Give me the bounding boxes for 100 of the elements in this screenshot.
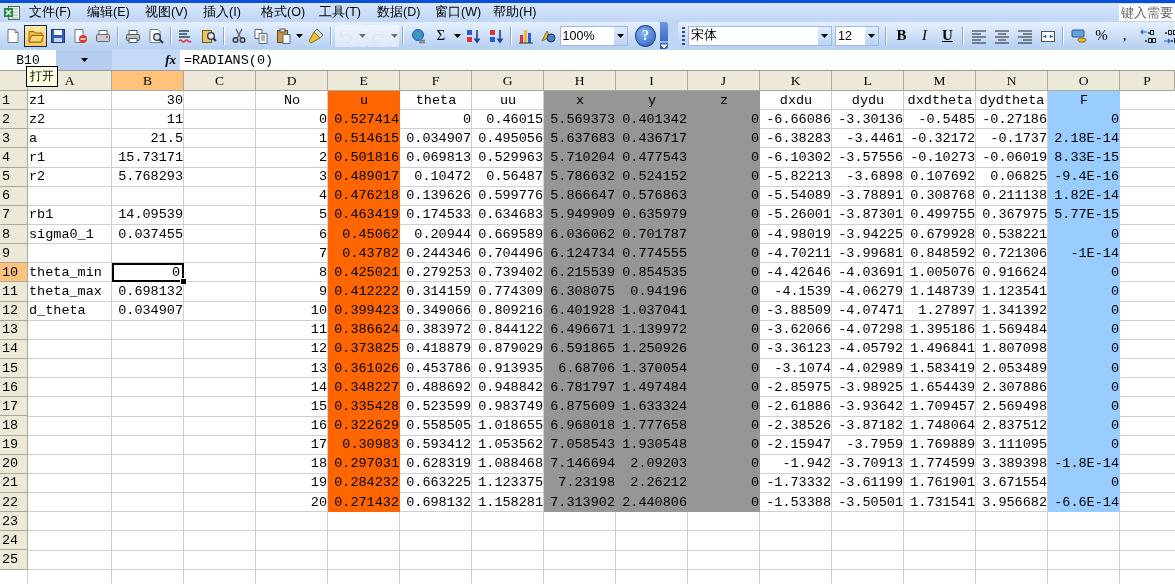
table-cell-text: -3.62066 bbox=[765, 321, 832, 340]
table-cell: 6.215539 bbox=[544, 263, 616, 283]
table-cell-text: sigma0_1 bbox=[28, 225, 95, 244]
column-header[interactable]: J bbox=[688, 71, 760, 91]
row-header[interactable]: 12 bbox=[0, 301, 28, 321]
column-header[interactable]: K bbox=[760, 71, 832, 91]
column-header[interactable]: N bbox=[976, 71, 1048, 91]
row-header[interactable]: 16 bbox=[0, 378, 28, 398]
menu-item[interactable]: 格式(O) bbox=[258, 4, 316, 21]
column-header[interactable]: E bbox=[328, 71, 400, 91]
table-cell-text: 0.529963 bbox=[477, 149, 544, 167]
italic-button[interactable]: I bbox=[913, 24, 936, 47]
row-header[interactable]: 18 bbox=[0, 416, 28, 436]
table-cell-text: 0.879029 bbox=[477, 340, 544, 359]
table-cell: 0 bbox=[688, 339, 760, 359]
row-header[interactable]: 1 bbox=[0, 91, 28, 111]
row-header[interactable]: 22 bbox=[0, 492, 28, 513]
folder-icon[interactable] bbox=[24, 24, 47, 47]
table-cell-text: -3.30136 bbox=[837, 110, 904, 129]
table-cell-text: -4.02989 bbox=[837, 359, 904, 378]
row-header[interactable]: 11 bbox=[0, 282, 28, 302]
table-cell: 0.774555 bbox=[616, 244, 688, 264]
row-header[interactable]: 24 bbox=[0, 531, 28, 551]
comma-button[interactable]: , bbox=[1113, 24, 1136, 47]
column-header[interactable]: P bbox=[1120, 71, 1175, 91]
table-cell: 2.18E-14 bbox=[1048, 129, 1120, 149]
row-header[interactable]: 13 bbox=[0, 320, 28, 340]
table-cell: 6.496671 bbox=[544, 320, 616, 340]
table-cell: 6.68706 bbox=[544, 358, 616, 379]
menu-item[interactable]: 帮助(H) bbox=[490, 4, 548, 21]
row-header[interactable]: 15 bbox=[0, 358, 28, 379]
row-header[interactable]: 2 bbox=[0, 110, 28, 130]
row-header[interactable]: 10 bbox=[0, 263, 28, 283]
row-header[interactable]: 7 bbox=[0, 205, 28, 225]
table-cell: 0 bbox=[1048, 358, 1120, 379]
row-header[interactable]: 3 bbox=[0, 129, 28, 149]
table-cell-text: theta bbox=[414, 91, 458, 110]
menu-item[interactable]: 编辑(E) bbox=[84, 4, 142, 21]
menu-item[interactable]: 文件(F) bbox=[26, 4, 84, 21]
row-header[interactable]: 6 bbox=[0, 186, 28, 206]
table-cell: 1.930548 bbox=[616, 435, 688, 455]
row-header[interactable]: 25 bbox=[0, 550, 28, 570]
row-header[interactable]: 21 bbox=[0, 473, 28, 493]
row-header[interactable]: 17 bbox=[0, 397, 28, 417]
help-search-field[interactable]: 键入需要 bbox=[1119, 4, 1175, 21]
row-header[interactable]: 20 bbox=[0, 454, 28, 474]
menu-item[interactable]: 视图(V) bbox=[142, 4, 200, 21]
menu-item[interactable]: 插入(I) bbox=[200, 4, 258, 21]
table-cell-text: uu bbox=[498, 91, 518, 110]
fill-handle[interactable] bbox=[180, 278, 187, 286]
table-cell: -1.8E-14 bbox=[1048, 454, 1120, 474]
autosum-button[interactable]: Σ bbox=[429, 24, 453, 47]
table-cell-text: -5.54089 bbox=[765, 187, 832, 206]
table-cell: 0.476218 bbox=[328, 186, 400, 206]
bold-button[interactable]: B bbox=[890, 24, 913, 47]
row-header[interactable]: 8 bbox=[0, 225, 28, 245]
select-all-button[interactable] bbox=[0, 71, 28, 91]
menu-item[interactable]: 工具(T) bbox=[316, 4, 374, 21]
table-cell-text: 4 bbox=[317, 187, 328, 206]
table-cell-text: -3.94225 bbox=[837, 225, 904, 244]
column-header[interactable]: D bbox=[256, 71, 328, 91]
table-cell-text: -4.1539 bbox=[773, 282, 832, 301]
column-header[interactable]: O bbox=[1048, 71, 1120, 91]
row-header[interactable]: 4 bbox=[0, 148, 28, 168]
table-cell: 0.635979 bbox=[616, 205, 688, 225]
table-cell-text: 0.279253 bbox=[405, 263, 472, 282]
menu-item[interactable]: 数据(D) bbox=[374, 4, 432, 21]
table-cell-text: -4.05792 bbox=[837, 340, 904, 359]
menu-item[interactable]: 窗口(W) bbox=[432, 4, 490, 21]
table-cell-text: theta_min bbox=[28, 263, 103, 282]
caret-icon[interactable] bbox=[613, 26, 627, 45]
table-cell: 0.335428 bbox=[328, 397, 400, 417]
column-header[interactable]: M bbox=[904, 71, 976, 91]
column-header[interactable]: I bbox=[616, 71, 688, 91]
column-header[interactable]: F bbox=[400, 71, 472, 91]
column-header[interactable]: B bbox=[112, 71, 184, 91]
percent-button[interactable]: % bbox=[1090, 24, 1113, 47]
column-header[interactable]: G bbox=[472, 71, 544, 91]
toolbar-options-icon[interactable] bbox=[660, 22, 668, 49]
row-header[interactable]: 9 bbox=[0, 244, 28, 264]
row-header[interactable]: 23 bbox=[0, 512, 28, 532]
table-cell-text: 0.308768 bbox=[909, 187, 976, 206]
table-cell: 5.786632 bbox=[544, 167, 616, 187]
underline-button[interactable]: U bbox=[936, 24, 959, 47]
table-cell: 0 bbox=[1048, 282, 1120, 302]
spreadsheet-app-icon[interactable] bbox=[4, 4, 20, 21]
table-cell-text: -0.06019 bbox=[981, 149, 1048, 167]
table-cell: 0 bbox=[688, 110, 760, 130]
column-header[interactable]: H bbox=[544, 71, 616, 91]
table-cell: z bbox=[688, 91, 760, 111]
column-header[interactable]: L bbox=[832, 71, 904, 91]
caret-icon[interactable] bbox=[865, 26, 878, 45]
table-cell-text: 1.807098 bbox=[981, 340, 1048, 359]
row-header[interactable]: 5 bbox=[0, 167, 28, 187]
table-cell: 0.854535 bbox=[616, 263, 688, 283]
table-cell-text: 0.679928 bbox=[909, 225, 976, 244]
insert-function-button[interactable]: fx bbox=[165, 52, 176, 68]
row-header[interactable]: 19 bbox=[0, 435, 28, 455]
row-header[interactable]: 14 bbox=[0, 339, 28, 359]
column-header[interactable]: C bbox=[184, 71, 256, 91]
